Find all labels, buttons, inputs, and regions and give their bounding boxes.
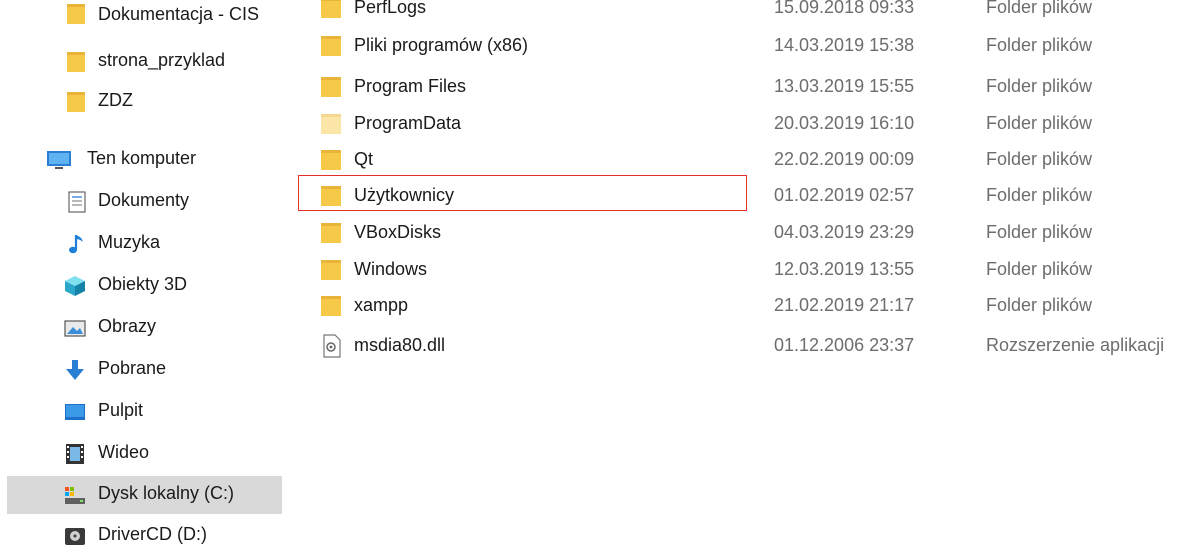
file-type: Folder plików	[986, 0, 1093, 17]
file-row-windows[interactable]: Windows 12.03.2019 13:55 Folder plików	[282, 253, 1185, 287]
file-row-perflogs[interactable]: PerfLogs 15.09.2018 09:33 Folder plików	[282, 0, 1185, 25]
file-name: xampp	[354, 295, 409, 315]
folder-icon	[321, 223, 341, 243]
sidebar-item-label: Dokumentacja - CIS	[98, 4, 260, 24]
sidebar-item-strona-przyklad[interactable]: strona_przyklad	[0, 43, 282, 81]
file-row-msdia80-dll[interactable]: msdia80.dll 01.12.2006 23:37 Rozszerzeni…	[282, 329, 1185, 363]
file-type: Folder plików	[986, 35, 1093, 55]
sidebar-item-dysk-lokalny[interactable]: Dysk lokalny (C:)	[7, 476, 282, 514]
sidebar-item-label: Obiekty 3D	[98, 274, 188, 294]
pictures-icon	[64, 320, 86, 337]
file-name: PerfLogs	[354, 0, 427, 17]
file-row-vboxdisks[interactable]: VBoxDisks 04.03.2019 23:29 Folder plików	[282, 216, 1185, 250]
sidebar-item-pulpit[interactable]: Pulpit	[0, 393, 282, 431]
file-name: ProgramData	[354, 113, 462, 133]
sidebar-item-label: Pobrane	[98, 358, 167, 378]
file-name: Windows	[354, 259, 428, 279]
file-name: VBoxDisks	[354, 222, 442, 242]
navigation-pane: Dokumentacja - CIS strona_przyklad ZDZ T…	[0, 0, 282, 549]
documents-icon	[68, 191, 86, 213]
sidebar-item-obrazy[interactable]: Obrazy	[0, 309, 282, 347]
sidebar-item-label: Wideo	[98, 442, 150, 462]
sidebar-item-muzyka[interactable]: Muzyka	[0, 225, 282, 263]
file-date: 01.02.2019 02:57	[774, 185, 915, 205]
desktop-icon	[65, 404, 85, 420]
dll-file-icon	[323, 334, 341, 358]
sidebar-item-drivercd[interactable]: DriverCD (D:)	[0, 517, 282, 549]
folder-icon	[321, 36, 341, 56]
folder-icon	[321, 296, 341, 316]
file-name: Użytkownicy	[354, 185, 455, 205]
file-type: Folder plików	[986, 76, 1093, 96]
file-name: Qt	[354, 149, 374, 169]
local-disk-icon	[65, 487, 85, 504]
file-type: Folder plików	[986, 295, 1093, 315]
sidebar-item-label: Muzyka	[98, 232, 161, 252]
sidebar-item-wideo[interactable]: Wideo	[0, 435, 282, 473]
sidebar-item-label: ZDZ	[98, 90, 133, 110]
cd-drive-icon	[65, 528, 85, 545]
file-name: msdia80.dll	[354, 335, 446, 355]
sidebar-item-label: strona_przyklad	[98, 50, 226, 70]
folder-icon	[321, 186, 341, 206]
objects-3d-icon	[65, 276, 85, 296]
computer-icon	[47, 151, 71, 169]
file-type: Folder plików	[986, 259, 1093, 279]
folder-icon	[321, 77, 341, 97]
music-icon	[69, 235, 83, 254]
file-date: 21.02.2019 21:17	[774, 295, 915, 315]
sidebar-item-label: Dysk lokalny (C:)	[98, 483, 235, 503]
file-row-xampp[interactable]: xampp 21.02.2019 21:17 Folder plików	[282, 289, 1185, 323]
sidebar-item-zdz[interactable]: ZDZ	[0, 83, 282, 121]
file-date: 01.12.2006 23:37	[774, 335, 915, 355]
sidebar-item-label: Obrazy	[98, 316, 157, 336]
folder-icon	[321, 260, 341, 280]
hidden-folder-icon	[321, 114, 341, 134]
file-type: Folder plików	[986, 222, 1093, 242]
file-date: 13.03.2019 15:55	[774, 76, 915, 96]
file-date: 22.02.2019 00:09	[774, 149, 915, 169]
folder-icon	[67, 92, 85, 112]
folder-icon	[67, 4, 85, 24]
file-date: 15.09.2018 09:33	[774, 0, 915, 17]
folder-icon	[321, 150, 341, 170]
file-date: 20.03.2019 16:10	[774, 113, 915, 133]
sidebar-item-obiekty-3d[interactable]: Obiekty 3D	[0, 267, 282, 305]
sidebar-item-label: Ten komputer	[87, 148, 197, 168]
video-icon	[66, 444, 84, 464]
file-type: Folder plików	[986, 113, 1093, 133]
file-type: Folder plików	[986, 149, 1093, 169]
file-row-uzytkownicy[interactable]: Użytkownicy 01.02.2019 02:57 Folder plik…	[282, 179, 1185, 213]
sidebar-item-label: Dokumenty	[98, 190, 190, 210]
file-type: Folder plików	[986, 185, 1093, 205]
file-date: 04.03.2019 23:29	[774, 222, 915, 242]
file-date: 12.03.2019 13:55	[774, 259, 915, 279]
file-list: PerfLogs 15.09.2018 09:33 Folder plików …	[282, 0, 1185, 549]
file-row-program-files[interactable]: Program Files 13.03.2019 15:55 Folder pl…	[282, 70, 1185, 104]
file-type: Rozszerzenie aplikacji	[986, 335, 1165, 355]
file-name: Pliki programów (x86)	[354, 35, 529, 55]
sidebar-item-label: Pulpit	[98, 400, 144, 420]
sidebar-item-dokumentacja[interactable]: Dokumentacja - CIS	[0, 0, 282, 38]
sidebar-item-pobrane[interactable]: Pobrane	[0, 351, 282, 389]
sidebar-item-ten-komputer[interactable]: Ten komputer	[0, 141, 282, 179]
file-name: Program Files	[354, 76, 467, 96]
file-row-pliki-programow-x86[interactable]: Pliki programów (x86) 14.03.2019 15:38 F…	[282, 29, 1185, 63]
file-date: 14.03.2019 15:38	[774, 35, 915, 55]
file-row-programdata[interactable]: ProgramData 20.03.2019 16:10 Folder plik…	[282, 107, 1185, 141]
folder-icon	[67, 52, 85, 72]
downloads-icon	[66, 360, 84, 380]
sidebar-item-dokumenty[interactable]: Dokumenty	[0, 183, 282, 221]
sidebar-item-label: DriverCD (D:)	[98, 524, 207, 544]
folder-icon	[321, 0, 341, 18]
file-row-qt[interactable]: Qt 22.02.2019 00:09 Folder plików	[282, 143, 1185, 177]
